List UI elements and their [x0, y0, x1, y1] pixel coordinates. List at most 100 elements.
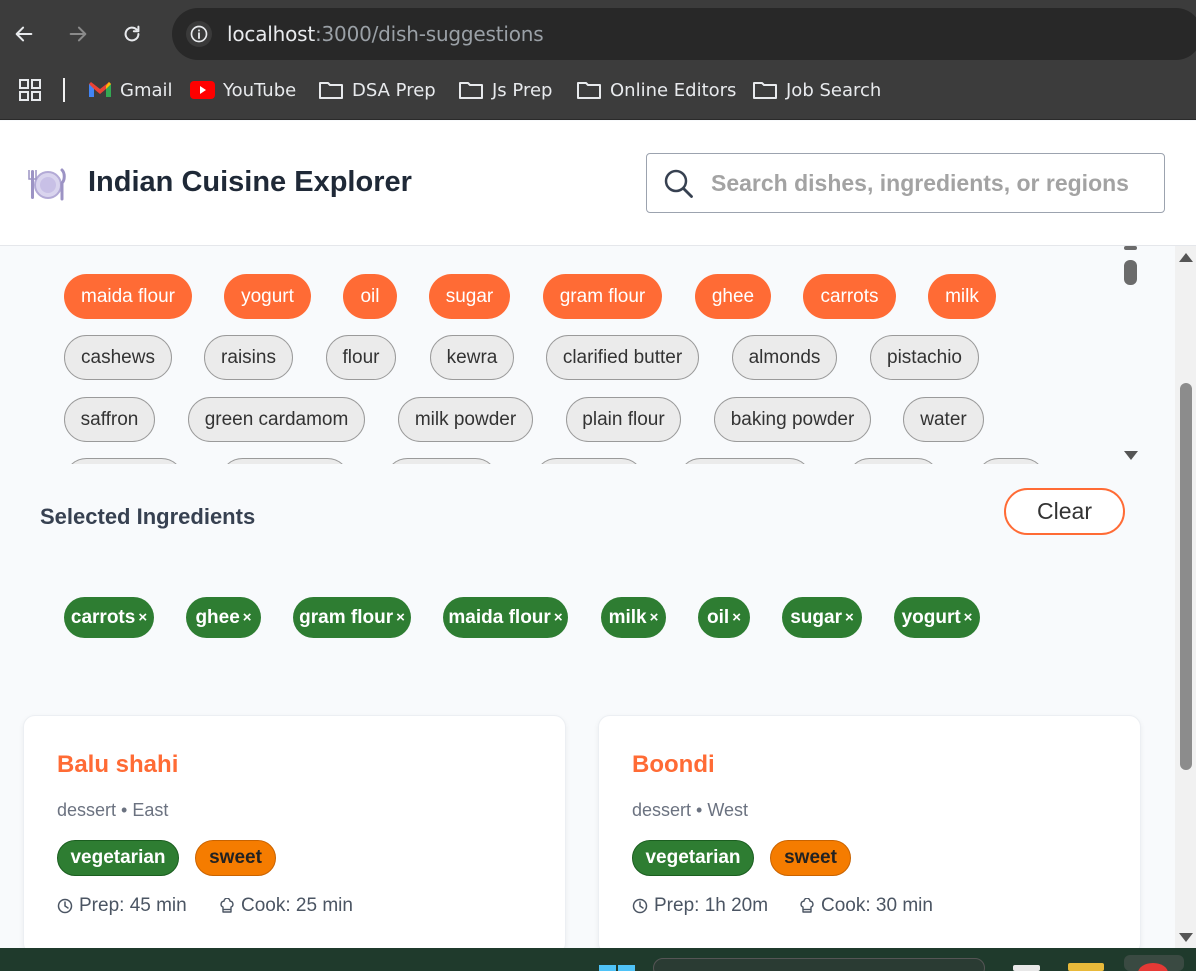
address-bar[interactable]: localhost:3000/dish-suggestions [172, 8, 1196, 60]
bookmark-label: Job Search [786, 79, 882, 101]
bookmark-label: DSA Prep [352, 79, 436, 101]
bookmark-gmail[interactable]: Gmail [88, 78, 173, 102]
badge-sweet: sweet [770, 840, 851, 876]
bookmark-js-prep[interactable]: Js Prep [458, 78, 552, 102]
ingredient-chip-partial[interactable] [976, 458, 1046, 464]
remove-tag-icon[interactable]: × [396, 609, 405, 626]
badge-sweet: sweet [195, 840, 276, 876]
ingredient-chip-maida-flour[interactable]: maida flour [64, 274, 192, 319]
ingredient-list[interactable]: maida flour yogurt oil sugar gram flour … [40, 246, 1142, 464]
cook-time-label: Cook: 30 min [821, 895, 933, 916]
selected-tag-sugar: sugar × [782, 597, 862, 638]
reload-icon [124, 25, 140, 42]
remove-tag-icon[interactable]: × [845, 609, 854, 626]
prep-time: Prep: 45 min [57, 895, 187, 917]
reload-button[interactable] [116, 18, 148, 50]
cook-time-label: Cook: 25 min [241, 895, 353, 916]
tag-label: yogurt [901, 606, 961, 628]
page-scroll-down-arrow[interactable] [1179, 933, 1193, 942]
search-input[interactable] [711, 154, 1161, 212]
ingredient-chip-clarified-butter[interactable]: clarified butter [546, 335, 699, 380]
ingredient-chip-partial[interactable] [534, 458, 644, 464]
ingredient-chip-saffron[interactable]: saffron [64, 397, 155, 442]
tag-label: maida flour [448, 606, 551, 628]
tag-label: gram flour [299, 606, 394, 628]
windows-start-icon[interactable] [599, 964, 635, 971]
bookmark-label: Online Editors [610, 79, 737, 101]
tag-label: oil [707, 606, 730, 628]
dish-name[interactable]: Balu shahi [57, 751, 178, 779]
ingredient-chip-milk-powder[interactable]: milk powder [398, 397, 533, 442]
ingredient-chip-partial[interactable] [385, 458, 498, 464]
remove-tag-icon[interactable]: × [243, 609, 252, 626]
ingredient-chip-partial[interactable] [678, 458, 812, 464]
selected-tag-milk: milk × [601, 597, 666, 638]
selected-tag-oil: oil × [698, 597, 750, 638]
url-host: localhost [227, 22, 315, 46]
ingredient-chip-plain-flour[interactable]: plain flour [566, 397, 681, 442]
url-text: localhost:3000/dish-suggestions [227, 22, 544, 46]
bookmark-dsa-prep[interactable]: DSA Prep [318, 78, 436, 102]
tag-label: ghee [195, 606, 240, 628]
file-explorer-icon[interactable] [1068, 963, 1104, 971]
ingredient-chip-baking-powder[interactable]: baking powder [714, 397, 871, 442]
dish-card-boondi[interactable]: Boondi dessert • West vegetarian sweet P… [598, 715, 1141, 955]
ingredient-chip-partial[interactable] [220, 458, 350, 464]
youtube-icon [190, 81, 215, 99]
bookmark-label: Gmail [120, 79, 173, 101]
page-scrollbar-thumb[interactable] [1180, 383, 1192, 770]
chrome-icon [1138, 963, 1168, 971]
ingredient-chip-milk[interactable]: milk [928, 274, 996, 319]
ingredient-chip-almonds[interactable]: almonds [732, 335, 837, 380]
ingredient-chip-water[interactable]: water [903, 397, 984, 442]
bookmarks-separator [63, 78, 65, 102]
bookmark-online-editors[interactable]: Online Editors [576, 78, 736, 102]
bookmark-label: YouTube [223, 79, 297, 101]
forward-button[interactable] [62, 18, 94, 50]
site-info-icon[interactable] [186, 21, 212, 47]
ingredient-chip-flour[interactable]: flour [326, 335, 396, 380]
selected-tag-ghee: ghee × [186, 597, 261, 638]
selected-tag-yogurt: yogurt × [894, 597, 980, 638]
back-button[interactable] [8, 18, 40, 50]
ingredient-chip-raisins[interactable]: raisins [204, 335, 293, 380]
ingredient-chip-pistachio[interactable]: pistachio [870, 335, 979, 380]
plate-cutlery-icon [28, 168, 66, 201]
ingredient-chip-gram-flour[interactable]: gram flour [543, 274, 662, 319]
ingredient-chip-green-cardamom[interactable]: green cardamom [188, 397, 365, 442]
ingredient-chip-yogurt[interactable]: yogurt [224, 274, 311, 319]
remove-tag-icon[interactable]: × [650, 609, 659, 626]
ingredient-scroll-down-arrow[interactable] [1124, 451, 1138, 460]
taskbar-search[interactable] [653, 958, 985, 971]
ingredient-chip-partial[interactable] [847, 458, 940, 464]
ingredient-chip-carrots[interactable]: carrots [803, 274, 896, 319]
tag-label: sugar [790, 606, 842, 628]
ingredient-chip-cashews[interactable]: cashews [64, 335, 172, 380]
tag-label: milk [608, 606, 647, 628]
bookmark-youtube[interactable]: YouTube [190, 78, 296, 102]
ingredient-scrollbar-thumb[interactable] [1124, 260, 1137, 285]
ingredient-chip-partial[interactable] [64, 458, 184, 464]
folder-icon [319, 82, 343, 99]
clock-icon [57, 898, 73, 914]
remove-tag-icon[interactable]: × [964, 609, 973, 626]
ingredient-chip-kewra[interactable]: kewra [430, 335, 514, 380]
taskbar-chrome-icon[interactable] [1124, 955, 1184, 971]
remove-tag-icon[interactable]: × [554, 609, 563, 626]
search-box[interactable] [646, 153, 1165, 213]
bookmark-job-search[interactable]: Job Search [752, 78, 881, 102]
apps-grid-icon[interactable] [18, 78, 42, 107]
ingredient-chip-sugar[interactable]: sugar [429, 274, 510, 319]
remove-tag-icon[interactable]: × [732, 609, 741, 626]
remove-tag-icon[interactable]: × [138, 609, 147, 626]
dish-card-balu-shahi[interactable]: Balu shahi dessert • East vegetarian swe… [23, 715, 566, 955]
ingredient-chip-oil[interactable]: oil [343, 274, 397, 319]
tag-label: carrots [70, 606, 136, 628]
ingredient-chip-ghee[interactable]: ghee [695, 274, 771, 319]
dish-name[interactable]: Boondi [632, 751, 715, 779]
clear-button[interactable]: Clear [1004, 488, 1125, 535]
cook-time: Cook: 25 min [219, 895, 353, 917]
page-scroll-up-arrow[interactable] [1179, 253, 1193, 262]
prep-time: Prep: 1h 20m [632, 895, 768, 917]
taskbar-app-icon[interactable] [1013, 965, 1040, 971]
